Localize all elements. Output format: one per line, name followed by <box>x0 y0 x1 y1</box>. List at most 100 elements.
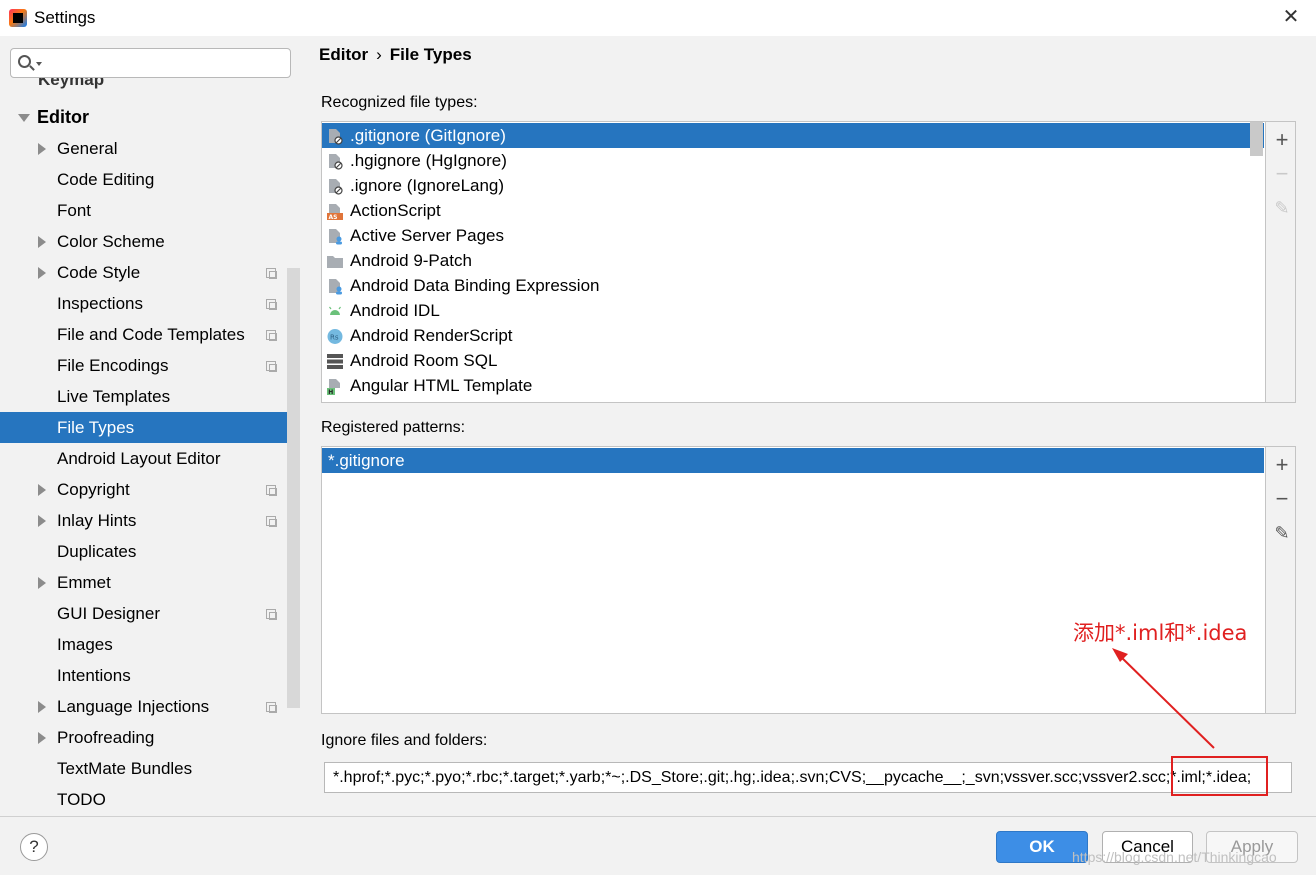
sidebar-item-general[interactable]: General <box>0 133 287 164</box>
sidebar-item-todo[interactable]: TODO <box>0 784 287 815</box>
file-type-name: Active Server Pages <box>350 226 505 245</box>
recognized-rows: .gitignore (GitIgnore) .hgignore (HgIgnor… <box>322 123 1264 398</box>
sidebar-item-emmet[interactable]: Emmet <box>0 567 287 598</box>
sidebar-item-code-style[interactable]: Code Style <box>0 257 287 288</box>
file-type-row[interactable]: Rs Android RenderScript <box>322 323 1264 348</box>
ignore-file-icon <box>327 127 343 145</box>
chevron-down-icon[interactable] <box>36 62 42 66</box>
sidebar-scrollbar[interactable] <box>287 268 300 708</box>
file-type-row[interactable]: .hgignore (HgIgnore) <box>322 148 1264 173</box>
sidebar-item-label: Intentions <box>57 666 131 685</box>
chevron-right-icon[interactable] <box>38 577 46 589</box>
app-logo-icon <box>9 9 27 27</box>
search-input[interactable] <box>45 51 285 75</box>
sidebar-item-editor[interactable]: Editor <box>0 102 287 133</box>
file-type-row[interactable]: Android Room SQL <box>322 348 1264 373</box>
sidebar-item-duplicates[interactable]: Duplicates <box>0 536 287 567</box>
sidebar-item-copyright[interactable]: Copyright <box>0 474 287 505</box>
sidebar-item-label: Duplicates <box>57 542 137 561</box>
ignore-files-label: Ignore files and folders: <box>321 732 488 749</box>
chevron-right-icon[interactable] <box>38 484 46 496</box>
add-pattern-button[interactable]: + <box>1272 454 1292 476</box>
file-type-row[interactable]: Android Data Binding Expression <box>322 273 1264 298</box>
file-type-row[interactable]: Android 9-Patch <box>322 248 1264 273</box>
sidebar-item-inspections[interactable]: Inspections <box>0 288 287 319</box>
close-icon[interactable]: ✕ <box>1278 4 1304 30</box>
sidebar-item-textmate-bundles[interactable]: TextMate Bundles <box>0 753 287 784</box>
edit-pattern-button[interactable]: ✎ <box>1272 523 1292 543</box>
sidebar-item-label: TextMate Bundles <box>57 759 193 778</box>
chevron-right-icon[interactable] <box>38 732 46 744</box>
file-type-row[interactable]: Active Server Pages <box>322 223 1264 248</box>
remove-pattern-button[interactable]: − <box>1272 488 1292 510</box>
ignore-files-input[interactable]: *.hprof;*.pyc;*.pyo;*.rbc;*.target;*.yar… <box>324 762 1292 793</box>
sidebar-item-label: Inspections <box>57 294 143 313</box>
file-type-row[interactable]: H Angular HTML Template <box>322 373 1264 398</box>
sidebar-item-code-editing[interactable]: Code Editing <box>0 164 287 195</box>
sidebar-item-label: File Types <box>57 418 135 437</box>
remove-file-type-button[interactable]: − <box>1272 163 1292 185</box>
file-type-row[interactable]: Android IDL <box>322 298 1264 323</box>
sidebar-item-label: Code Editing <box>57 170 155 189</box>
sidebar-item-label: General <box>57 139 118 158</box>
project-scope-icon <box>266 609 277 620</box>
sidebar-item-language-injections[interactable]: Language Injections <box>0 691 287 722</box>
chevron-right-icon[interactable] <box>38 236 46 248</box>
sidebar-item-label: GUI Designer <box>57 604 160 623</box>
sidebar-item-live-templates[interactable]: Live Templates <box>0 381 287 412</box>
chevron-right-icon[interactable] <box>38 143 46 155</box>
sidebar-item-file-encodings[interactable]: File Encodings <box>0 350 287 381</box>
sidebar-item-images[interactable]: Images <box>0 629 287 660</box>
sidebar-item-inlay-hints[interactable]: Inlay Hints <box>0 505 287 536</box>
file-type-row[interactable]: AS ActionScript <box>322 198 1264 223</box>
android-icon <box>327 302 343 319</box>
sidebar-item-label: Android Layout Editor <box>57 449 221 468</box>
sidebar-item-file-and-code-templates[interactable]: File and Code Templates <box>0 319 287 350</box>
file-type-name: Angular HTML Template <box>350 376 533 395</box>
folder-icon <box>327 252 343 269</box>
sidebar-item-intentions[interactable]: Intentions <box>0 660 287 691</box>
breadcrumb-current: File Types <box>389 45 472 64</box>
settings-search[interactable] <box>10 48 291 78</box>
file-type-name: .gitignore (GitIgnore) <box>350 126 506 145</box>
list-scrollbar[interactable] <box>1250 122 1263 156</box>
breadcrumb-parent[interactable]: Editor <box>319 45 368 64</box>
sidebar-item-label: Images <box>57 635 113 654</box>
sidebar-item-keymap[interactable]: Keymap <box>38 78 104 90</box>
sidebar-item-file-types[interactable]: File Types <box>0 412 300 443</box>
sidebar-item-gui-designer[interactable]: GUI Designer <box>0 598 287 629</box>
registered-patterns-label: Registered patterns: <box>321 419 466 436</box>
search-icon <box>18 55 31 68</box>
svg-text:H: H <box>328 389 333 395</box>
sidebar-item-label: Copyright <box>57 480 130 499</box>
help-button[interactable]: ? <box>20 833 48 861</box>
ignore-file-icon <box>327 152 343 170</box>
recognized-file-types-list[interactable]: .gitignore (GitIgnore) .hgignore (HgIgnor… <box>321 121 1296 403</box>
project-scope-icon <box>266 516 277 527</box>
sidebar-item-label: File Encodings <box>57 356 169 375</box>
chevron-down-icon[interactable] <box>18 114 30 122</box>
breadcrumb: Editor › File Types <box>319 45 472 65</box>
settings-sidebar: Keymap Editor General Code Editing Font Colo… <box>0 36 300 816</box>
sidebar-item-label: Code Style <box>57 263 141 282</box>
watermark: https://blog.csdn.net/Thinkingcao <box>1072 849 1277 865</box>
svg-text:AS: AS <box>329 214 338 220</box>
sidebar-item-label: Live Templates <box>57 387 171 406</box>
file-type-row[interactable]: .gitignore (GitIgnore) <box>322 123 1264 148</box>
sidebar-item-font[interactable]: Font <box>0 195 287 226</box>
file-type-name: Android IDL <box>350 301 440 320</box>
chevron-right-icon[interactable] <box>38 701 46 713</box>
sidebar-item-proofreading[interactable]: Proofreading <box>0 722 287 753</box>
edit-file-type-button[interactable]: ✎ <box>1272 198 1292 218</box>
recognized-file-types-label: Recognized file types: <box>321 94 478 111</box>
sidebar-item-color-scheme[interactable]: Color Scheme <box>0 226 287 257</box>
file-type-row[interactable]: .ignore (IgnoreLang) <box>322 173 1264 198</box>
sidebar-item-android-layout-editor[interactable]: Android Layout Editor <box>0 443 287 474</box>
add-file-type-button[interactable]: + <box>1272 129 1292 151</box>
pattern-text: *.gitignore <box>328 451 405 470</box>
chevron-right-icon[interactable] <box>38 515 46 527</box>
pattern-row[interactable]: *.gitignore <box>322 448 1264 473</box>
chevron-right-icon[interactable] <box>38 267 46 279</box>
sidebar-item-label: Color Scheme <box>57 232 165 251</box>
file-type-name: .hgignore (HgIgnore) <box>350 151 507 170</box>
